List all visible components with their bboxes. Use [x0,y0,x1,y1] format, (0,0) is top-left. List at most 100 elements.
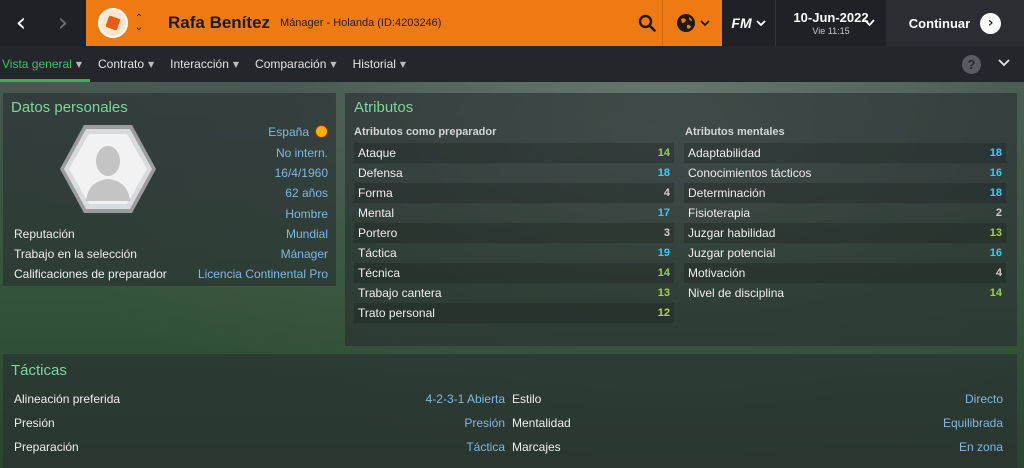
attribute-row[interactable]: Nivel de disciplina 14 [684,283,1006,303]
fm-menu-button[interactable]: FM [722,0,776,46]
chevron-down-icon: ▼ [148,59,155,69]
coaching-attributes-heading: Atributos como preparador [354,126,497,138]
attribute-value: 4 [663,187,670,199]
tactic-value: Táctica [466,440,505,454]
attributes-panel: Atributos Atributos como preparador Atri… [345,93,1017,346]
row-label: Reputación [14,227,75,241]
fm-logo: FM [731,15,752,31]
attribute-value: 18 [989,187,1002,199]
arrow-right-icon: › [980,12,1002,34]
tactic-value: Directo [964,392,1003,406]
attribute-value: 18 [657,167,670,179]
attribute-label: Conocimientos tácticos [688,166,812,180]
attribute-label: Mental [358,206,395,220]
attribute-row[interactable]: Mental 17 [354,203,674,223]
attribute-value: 17 [657,207,670,219]
forward-button[interactable]: › [42,0,84,46]
tactic-value: Equilibrada [942,416,1003,430]
tactic-label: Mentalidad [512,416,571,430]
age-row: 62 años [11,186,328,202]
search-icon [638,14,656,32]
tactic-label: Presión [14,416,55,430]
person-role: Mánager - Holanda (ID:4203246) [280,17,442,29]
attribute-row[interactable]: Portero 3 [354,223,674,243]
globe-icon [676,14,695,32]
back-button[interactable]: ‹ [0,0,42,46]
switch-person-arrows[interactable]: ⌃ ⌄ [132,14,146,33]
tab-label: Historial [352,57,396,71]
attribute-row[interactable]: Conocimientos tácticos 16 [684,163,1006,183]
row-label: Calificaciones de preparador [14,267,167,281]
panel-title: Atributos [354,99,414,116]
chevron-down-icon[interactable] [864,18,875,27]
attribute-value: 13 [657,287,670,299]
attribute-row[interactable]: Táctica 19 [354,243,674,263]
help-icon[interactable]: ? [962,55,981,74]
attribute-row[interactable]: Fisioterapia 2 [684,203,1006,223]
attribute-row[interactable]: Juzgar potencial 16 [684,243,1006,263]
international-value: No intern. [275,146,328,160]
tactic-row: Mentalidad Equilibrada [512,413,1003,433]
attribute-row[interactable]: Trabajo cantera 13 [354,283,674,303]
chevron-down-icon: ⌄ [134,22,144,33]
attribute-row[interactable]: Defensa 18 [354,163,674,183]
row-label: Trabajo en la selección [14,247,137,261]
tab-interaction[interactable]: Interacción ▼ [162,46,247,82]
gender-value: Hombre [285,207,328,221]
current-date: 10-Jun-2022 [793,10,869,25]
nationality-link[interactable]: España [268,125,328,139]
tactic-label: Estilo [512,392,542,406]
attribute-label: Portero [358,226,398,240]
attribute-row[interactable]: Ataque 14 [354,143,674,163]
attribute-value: 19 [657,247,670,259]
tactic-label: Preparación [14,440,79,454]
attribute-value: 4 [995,267,1002,279]
chevron-down-icon: ▼ [75,59,82,69]
attribute-value: 12 [657,307,670,319]
tactic-value: 4-2-3-1 Abierta [425,392,505,406]
panel-title: Datos personales [11,99,128,116]
gender-row: Hombre [11,207,328,223]
attribute-value: 18 [989,147,1002,159]
birthdate-row: 16/4/1960 [11,166,328,182]
attribute-row[interactable]: Forma 4 [354,183,674,203]
club-badge-icon[interactable] [98,8,128,38]
attribute-value: 13 [989,227,1002,239]
tactic-row: Estilo Directo [512,389,1003,409]
chevron-down-icon [998,59,1010,67]
tab-label: Contrato [97,57,145,71]
attribute-row[interactable]: Juzgar habilidad 13 [684,223,1006,243]
attribute-label: Trato personal [358,306,435,320]
world-menu-button[interactable] [662,0,722,46]
current-time: Vie 11:15 [812,26,850,36]
attribute-row[interactable]: Determinación 18 [684,183,1006,203]
person-name[interactable]: Rafa Benítez [168,13,270,33]
attribute-value: 14 [657,267,670,279]
attribute-row[interactable]: Técnica 14 [354,263,674,283]
tab-overview[interactable]: Vista general ▼ [0,46,90,82]
chevron-down-icon: ▼ [232,59,240,69]
tab-contract[interactable]: Contrato ▼ [90,46,162,82]
attribute-row[interactable]: Adaptabilidad 18 [684,143,1006,163]
attribute-label: Juzgar potencial [688,246,776,260]
nationality-value: España [268,125,309,139]
attribute-value: 2 [995,207,1002,219]
tab-label: Vista general [2,57,72,71]
search-button[interactable] [632,0,662,46]
tab-history[interactable]: Historial ▼ [345,46,415,82]
tab-comparison[interactable]: Comparación ▼ [247,46,345,82]
attribute-value: 3 [663,227,670,239]
reputation-row: Reputación Mundial [14,227,328,243]
attribute-label: Motivación [688,266,746,280]
tactic-row: Marcajes En zona [512,437,1003,457]
tab-label: Interacción [170,57,229,71]
chevron-down-icon [699,20,710,27]
attribute-value: 16 [989,247,1002,259]
attribute-value: 14 [989,287,1002,299]
attribute-row[interactable]: Trato personal 12 [354,303,674,323]
chevron-right-icon: › [57,8,69,38]
international-row: No intern. [11,146,328,162]
attribute-row[interactable]: Motivación 4 [684,263,1006,283]
continue-button[interactable]: Continuar › [886,0,1024,46]
collapse-chevron-icon[interactable] [998,56,1010,70]
